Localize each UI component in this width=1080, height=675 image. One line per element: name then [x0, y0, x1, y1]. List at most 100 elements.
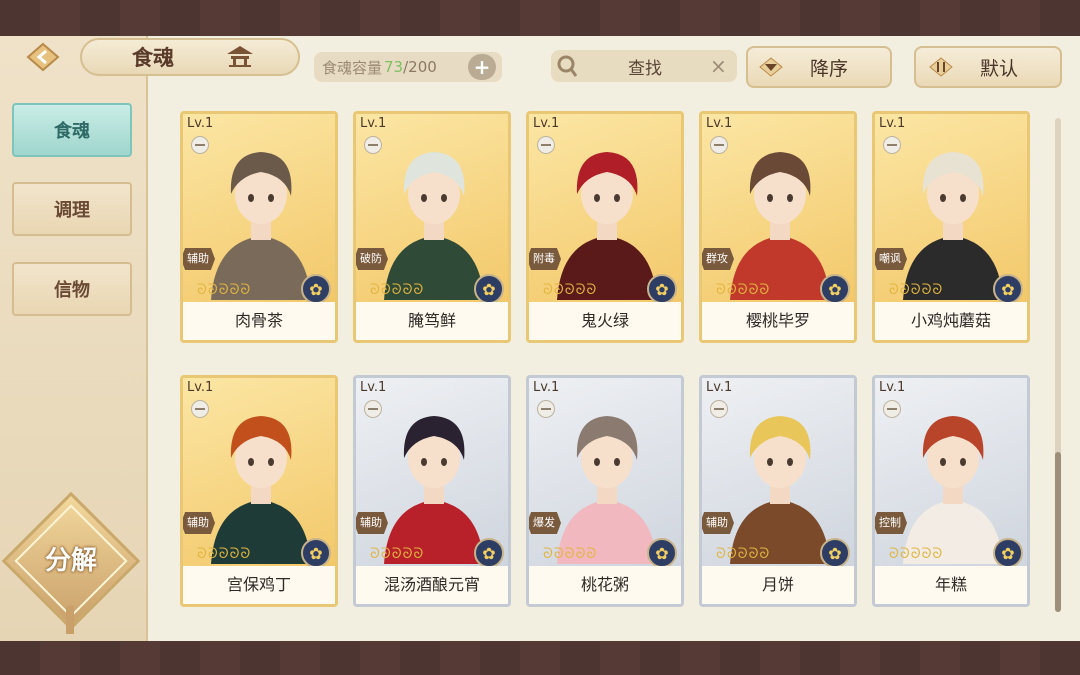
sort-mode-label: 默认 — [980, 57, 1019, 80]
flower-emblem-icon: ✿ — [474, 538, 504, 568]
card-portrait: Lv.1 辅助 ᘐᘐᘐᘐᘐ ✿ — [356, 378, 508, 568]
back-button[interactable] — [14, 40, 72, 74]
back-arrow-icon — [26, 42, 60, 72]
star-rating: ᘐᘐᘐᘐᘐ — [716, 282, 770, 298]
character-portrait — [211, 416, 311, 564]
card-portrait: Lv.1 附毒 ᘐᘐᘐᘐᘐ ✿ — [529, 114, 681, 304]
sort-order-label: 降序 — [810, 57, 849, 80]
character-portrait — [903, 152, 1003, 300]
tab-conditioning[interactable]: 调理 — [12, 182, 132, 236]
star-glyphs: ᘐᘐᘐᘐᘐ — [543, 282, 598, 298]
flower-emblem-icon: ✿ — [301, 538, 331, 568]
card-portrait: Lv.1 破防 ᘐᘐᘐᘐᘐ ✿ — [356, 114, 508, 304]
flower-emblem-icon: ✿ — [993, 538, 1023, 568]
star-rating: ᘐᘐᘐᘐᘐ — [716, 546, 770, 562]
food-soul-card[interactable]: Lv.1 控制 ᘐᘐᘐᘐᘐ ✿ 年糕 — [872, 375, 1030, 607]
lock-toggle-icon[interactable] — [537, 136, 555, 154]
triangle-down-icon — [759, 57, 783, 77]
star-rating: ᘐᘐᘐᘐᘐ — [370, 546, 424, 562]
star-rating: ᘐᘐᘐᘐᘐ — [889, 282, 943, 298]
star-rating: ᘐᘐᘐᘐᘐ — [543, 546, 597, 562]
food-soul-card[interactable]: Lv.1 辅助 ᘐᘐᘐᘐᘐ ✿ 月饼 — [699, 375, 857, 607]
food-soul-card[interactable]: Lv.1 辅助 ᘐᘐᘐᘐᘐ ✿ 肉骨茶 — [180, 111, 338, 343]
card-name: 鬼火绿 — [529, 302, 681, 340]
character-portrait — [730, 152, 830, 300]
pavilion-icon — [227, 46, 253, 67]
role-badge: 控制 — [875, 512, 907, 534]
star-glyphs: ᘐᘐᘐᘐᘐ — [716, 546, 771, 562]
food-soul-card[interactable]: Lv.1 附毒 ᘐᘐᘐᘐᘐ ✿ 鬼火绿 — [526, 111, 684, 343]
lock-toggle-icon[interactable] — [710, 400, 728, 418]
lock-toggle-icon[interactable] — [710, 136, 728, 154]
card-name: 肉骨茶 — [183, 302, 335, 340]
star-glyphs: ᘐᘐᘐᘐᘐ — [716, 282, 771, 298]
food-soul-card[interactable]: Lv.1 嘲讽 ᘐᘐᘐᘐᘐ ✿ 小鸡炖蘑菇 — [872, 111, 1030, 343]
card-portrait: Lv.1 控制 ᘐᘐᘐᘐᘐ ✿ — [875, 378, 1027, 568]
flower-emblem-icon: ✿ — [647, 274, 677, 304]
card-level: Lv.1 — [533, 116, 560, 131]
card-level: Lv.1 — [879, 116, 906, 131]
food-soul-card[interactable]: Lv.1 群攻 ᘐᘐᘐᘐᘐ ✿ 樱桃毕罗 — [699, 111, 857, 343]
card-level: Lv.1 — [533, 380, 560, 395]
capacity-current: 73 — [384, 58, 404, 76]
food-soul-card[interactable]: Lv.1 破防 ᘐᘐᘐᘐᘐ ✿ 腌笃鲜 — [353, 111, 511, 343]
card-portrait: Lv.1 爆发 ᘐᘐᘐᘐᘐ ✿ — [529, 378, 681, 568]
swap-arrows-icon — [929, 57, 953, 77]
food-soul-card[interactable]: Lv.1 辅助 ᘐᘐᘐᘐᘐ ✿ 宫保鸡丁 — [180, 375, 338, 607]
top-frame — [0, 0, 1080, 36]
sort-order-button[interactable]: 降序 — [746, 46, 892, 88]
tab-tokens[interactable]: 信物 — [12, 262, 132, 316]
flower-emblem-icon: ✿ — [474, 274, 504, 304]
tassel-decoration — [66, 606, 74, 634]
lock-toggle-icon[interactable] — [883, 400, 901, 418]
card-name: 混汤酒酿元宵 — [356, 566, 508, 604]
card-level: Lv.1 — [360, 380, 387, 395]
card-portrait: Lv.1 辅助 ᘐᘐᘐᘐᘐ ✿ — [183, 378, 335, 568]
card-name: 樱桃毕罗 — [702, 302, 854, 340]
lock-toggle-icon[interactable] — [191, 400, 209, 418]
character-portrait — [730, 416, 830, 564]
role-badge: 附毒 — [529, 248, 561, 270]
bottom-frame — [0, 641, 1080, 675]
scrollbar-thumb[interactable] — [1055, 452, 1061, 612]
card-name: 年糕 — [875, 566, 1027, 604]
star-glyphs: ᘐᘐᘐᘐᘐ — [370, 546, 425, 562]
star-glyphs: ᘐᘐᘐᘐᘐ — [197, 546, 252, 562]
lock-toggle-icon[interactable] — [364, 136, 382, 154]
food-soul-card[interactable]: Lv.1 辅助 ᘐᘐᘐᘐᘐ ✿ 混汤酒酿元宵 — [353, 375, 511, 607]
star-glyphs: ᘐᘐᘐᘐᘐ — [889, 282, 944, 298]
food-soul-card[interactable]: Lv.1 爆发 ᘐᘐᘐᘐᘐ ✿ 桃花粥 — [526, 375, 684, 607]
card-name: 桃花粥 — [529, 566, 681, 604]
character-portrait — [384, 152, 484, 300]
add-capacity-button[interactable]: + — [468, 54, 496, 80]
role-badge: 群攻 — [702, 248, 734, 270]
flower-emblem-icon: ✿ — [647, 538, 677, 568]
tab-food-souls[interactable]: 食魂 — [12, 103, 132, 157]
role-badge: 爆发 — [529, 512, 561, 534]
role-badge: 辅助 — [702, 512, 734, 534]
decompose-label: 分解 — [44, 546, 97, 576]
lock-toggle-icon[interactable] — [883, 136, 901, 154]
character-portrait — [557, 416, 657, 564]
star-glyphs: ᘐᘐᘐᘐᘐ — [543, 546, 598, 562]
role-badge: 辅助 — [183, 248, 215, 270]
character-portrait — [211, 152, 311, 300]
card-level: Lv.1 — [187, 380, 214, 395]
star-rating: ᘐᘐᘐᘐᘐ — [197, 546, 251, 562]
sort-mode-button[interactable]: 默认 — [914, 46, 1062, 88]
role-badge: 辅助 — [356, 512, 388, 534]
clear-search-icon[interactable]: × — [710, 54, 727, 78]
lock-toggle-icon[interactable] — [191, 136, 209, 154]
lock-toggle-icon[interactable] — [537, 400, 555, 418]
lock-toggle-icon[interactable] — [364, 400, 382, 418]
star-glyphs: ᘐᘐᘐᘐᘐ — [197, 282, 252, 298]
card-name: 腌笃鲜 — [356, 302, 508, 340]
card-level: Lv.1 — [879, 380, 906, 395]
character-portrait — [384, 416, 484, 564]
star-rating: ᘐᘐᘐᘐᘐ — [370, 282, 424, 298]
capacity-max: /200 — [403, 58, 437, 76]
character-portrait — [903, 416, 1003, 564]
card-level: Lv.1 — [187, 116, 214, 131]
role-badge: 嘲讽 — [875, 248, 907, 270]
page-title: 食魂 — [132, 45, 174, 70]
